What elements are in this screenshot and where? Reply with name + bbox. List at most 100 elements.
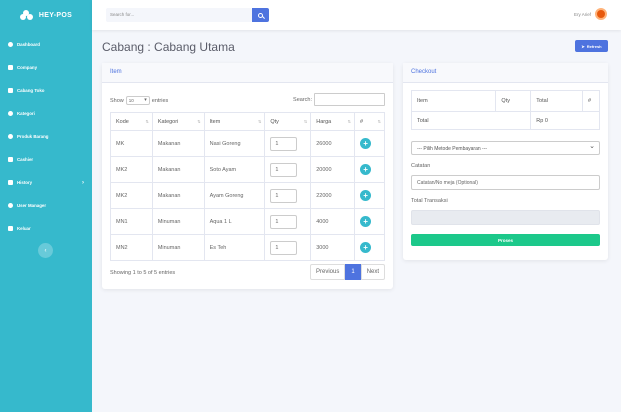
show-label: Show: [110, 97, 124, 104]
add-item-button[interactable]: +: [360, 164, 372, 175]
search-icon: [258, 12, 263, 18]
sidebar: HEY-POS Dashboard Company Cabang Toko Ka…: [0, 0, 92, 412]
sidebar-item-label: Cashier: [17, 157, 34, 162]
cell-harga: 26000: [310, 130, 356, 157]
sidebar-item-dashboard[interactable]: Dashboard: [0, 33, 92, 56]
topbar: Search for... Ery Arief: [92, 0, 621, 30]
cell-action: +: [354, 130, 385, 157]
sidebar-item-label: Keluar: [17, 226, 31, 231]
add-item-button[interactable]: +: [360, 190, 372, 201]
brand[interactable]: HEY-POS: [0, 0, 92, 30]
refresh-label: Refresh: [586, 43, 602, 49]
table-search-input[interactable]: [314, 93, 385, 106]
building-icon: [7, 65, 13, 71]
sidebar-item-kategori[interactable]: Kategori: [0, 102, 92, 125]
cell-kode: MK2: [110, 182, 153, 209]
add-item-button[interactable]: +: [360, 216, 372, 227]
proses-button[interactable]: Proses: [411, 234, 600, 246]
items-table: Kode ⇅ Kategori ⇅ Item ⇅ Qty ⇅ Harga ⇅ # ⇅ MK …: [110, 112, 385, 261]
sidebar-item-label: User Manager: [17, 203, 47, 208]
pagination-next[interactable]: Next: [360, 264, 386, 280]
dashboard-icon: [7, 42, 13, 48]
cell-item: Soto Ayam: [203, 156, 266, 183]
payment-method-select[interactable]: --- Pilih Metode Pembayaran ---: [411, 141, 600, 155]
cell-qty: 1: [264, 182, 312, 209]
sidebar-item-label: Cabang Toko: [17, 88, 45, 93]
cell-kategori: Makanan: [151, 156, 205, 183]
entries-select[interactable]: 10: [125, 96, 150, 105]
column-header-harga[interactable]: Harga ⇅: [310, 112, 356, 131]
sidebar-item-produk-barang[interactable]: Produk Barang: [0, 125, 92, 148]
sidebar-toggle-button[interactable]: ‹: [38, 243, 53, 258]
cell-kategori: Makanan: [151, 130, 205, 157]
cell-kode: MN2: [110, 234, 153, 261]
column-header-item[interactable]: Item ⇅: [203, 112, 266, 131]
table-row: MN1 Minuman Aqua 1 L 1 4000 +: [110, 208, 385, 235]
sidebar-item-label: Company: [17, 65, 38, 70]
pagination-page-1[interactable]: 1: [345, 264, 361, 280]
sidebar-item-user-manager[interactable]: User Manager: [0, 194, 92, 217]
chevron-right-icon: ›: [82, 179, 84, 186]
cart-icon: [7, 157, 13, 163]
total-label: Total: [410, 111, 532, 130]
cell-item: Ayam Goreng: [203, 182, 266, 209]
refresh-button[interactable]: ➤ Refresh: [575, 40, 608, 52]
cell-action: +: [354, 234, 385, 261]
brand-name: HEY-POS: [38, 11, 73, 19]
sidebar-item-keluar[interactable]: Keluar: [0, 217, 92, 240]
entries-length: Show 10 entries: [110, 96, 168, 105]
add-item-button[interactable]: +: [360, 138, 372, 149]
item-card: Item Show 10 entries Search: Kode⇅ Kateg…: [102, 63, 393, 289]
column-header-kategori[interactable]: Kategori ⇅: [151, 112, 205, 131]
cell-item: Aqua 1 L: [203, 208, 266, 235]
user-name: Ery Arief: [573, 11, 591, 17]
qty-input[interactable]: 1: [270, 136, 298, 151]
history-icon: [7, 180, 13, 186]
sidebar-item-label: Produk Barang: [17, 134, 49, 139]
user-menu[interactable]: Ery Arief: [574, 8, 607, 20]
gear-icon: [7, 111, 13, 117]
sidebar-item-cabang-toko[interactable]: Cabang Toko: [0, 79, 92, 102]
notes-input[interactable]: Catatan/No meja (Optional): [411, 175, 600, 190]
cell-kode: MN1: [110, 208, 153, 235]
cell-kode: MK: [110, 130, 153, 157]
search-button[interactable]: [252, 8, 269, 22]
send-icon: ➤: [581, 43, 585, 49]
sidebar-item-cashier[interactable]: Cashier: [0, 148, 92, 171]
cell-qty: 1: [264, 234, 312, 261]
cell-harga: 3000: [310, 234, 356, 261]
cell-qty: 1: [264, 130, 312, 157]
table-row: MN2 Minuman Es Teh 1 3000 +: [110, 234, 385, 261]
search-input[interactable]: Search for...: [106, 8, 252, 22]
cell-harga: 4000: [310, 208, 356, 235]
sidebar-item-label: Dashboard: [17, 42, 40, 47]
checkout-header-row: Item Qty Total #: [410, 90, 600, 112]
column-header-kode[interactable]: Kode ⇅: [110, 112, 153, 131]
qty-input[interactable]: 1: [270, 240, 298, 255]
column-header-qty[interactable]: Qty ⇅: [264, 112, 312, 131]
qty-input[interactable]: 1: [270, 162, 298, 177]
table-controls: Show 10 entries Search:: [110, 93, 385, 107]
users-icon: [7, 203, 13, 209]
qty-input[interactable]: 1: [270, 188, 298, 203]
add-item-button[interactable]: +: [360, 242, 372, 253]
column-header-action[interactable]: # ⇅: [354, 112, 385, 131]
cell-kategori: Minuman: [151, 234, 205, 261]
checkout-total-row: Total Rp 0: [410, 111, 600, 130]
table-header-row: Kode ⇅ Kategori ⇅ Item ⇅ Qty ⇅ Harga ⇅ # ⇅: [110, 112, 385, 131]
pagination-previous[interactable]: Previous: [310, 264, 346, 280]
logo-icon: [19, 10, 33, 20]
logout-icon: [7, 226, 13, 232]
search-label: Search:: [293, 96, 312, 103]
avatar: [595, 8, 607, 20]
cell-qty: 1: [264, 156, 312, 183]
cell-qty: 1: [264, 208, 312, 235]
pagination: Previous 1 Next: [310, 264, 613, 280]
qty-input[interactable]: 1: [270, 214, 298, 229]
sidebar-item-company[interactable]: Company: [0, 56, 92, 79]
cell-kategori: Minuman: [151, 208, 205, 235]
sidebar-item-history[interactable]: History ›: [0, 171, 92, 194]
checkout-column-action: #: [582, 90, 600, 112]
total-value: Rp 0: [530, 111, 600, 130]
total-transaksi-field: [411, 210, 600, 225]
